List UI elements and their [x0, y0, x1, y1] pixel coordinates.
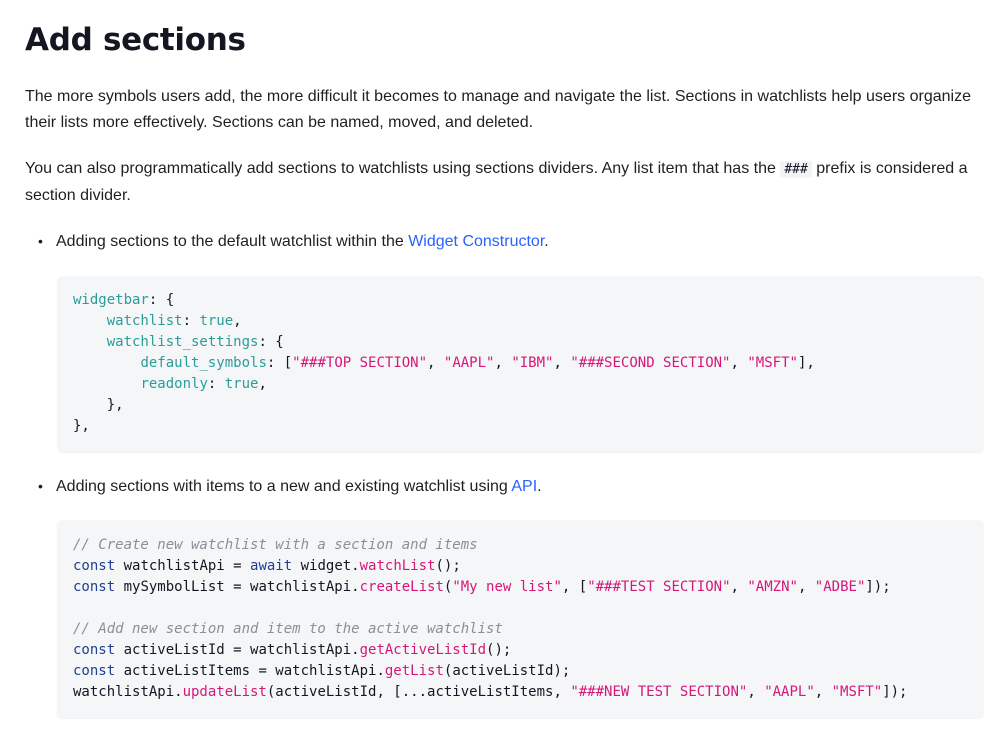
code-line: watchlist_settings: { — [106, 334, 284, 350]
page-title: Add sections — [25, 22, 246, 58]
list-item-text: Adding sections with items to a new and … — [56, 478, 512, 495]
api-link[interactable]: API — [511, 478, 537, 495]
list-item-period: . — [537, 478, 542, 495]
code-line: const watchlistApi = await widget.watchL… — [73, 558, 461, 574]
code-line: }, — [73, 397, 124, 413]
intro-paragraph: The more symbols users add, the more dif… — [25, 88, 971, 131]
code-line: const activeListItems = watchlistApi.get… — [73, 663, 571, 679]
list-item-api: • Adding sections with items to a new and… — [38, 475, 542, 498]
docs-page: Add sections The more symbols users add,… — [0, 0, 1004, 732]
inline-code-prefix: ### — [780, 161, 812, 178]
sections-divider-paragraph: You can also programmatically add sectio… — [25, 156, 985, 209]
list-item-text: Adding sections to the default watchlist… — [56, 233, 409, 250]
paragraph-text: You can also programmatically add sectio… — [25, 160, 781, 177]
bullet-icon: • — [38, 478, 43, 494]
code-line: const activeListId = watchlistApi.getAct… — [73, 642, 512, 658]
code-line: readonly: true, — [140, 376, 267, 392]
code-line: watchlistApi.updateList(activeListId, [.… — [73, 684, 908, 700]
code-comment: // Create new watchlist with a section a… — [73, 537, 478, 553]
code-block-widget-config: widgetbar: { watchlist: true, watchlist_… — [57, 276, 984, 452]
list-item-widget-constructor: • Adding sections to the default watchlis… — [38, 230, 549, 253]
bullet-icon: • — [38, 233, 43, 249]
code-line: watchlist: true, — [106, 313, 242, 329]
code-line: widgetbar: { — [73, 292, 175, 308]
code-line: const mySymbolList = watchlistApi.create… — [73, 579, 891, 595]
widget-constructor-link[interactable]: Widget Constructor — [408, 233, 544, 250]
code-line: default_symbols: ["###TOP SECTION", "AAP… — [140, 355, 815, 371]
list-item-period: . — [544, 233, 549, 250]
code-block-api-example: // Create new watchlist with a section a… — [57, 520, 984, 718]
code-line: }, — [73, 418, 90, 434]
code-comment: // Add new section and item to the activ… — [73, 621, 503, 637]
